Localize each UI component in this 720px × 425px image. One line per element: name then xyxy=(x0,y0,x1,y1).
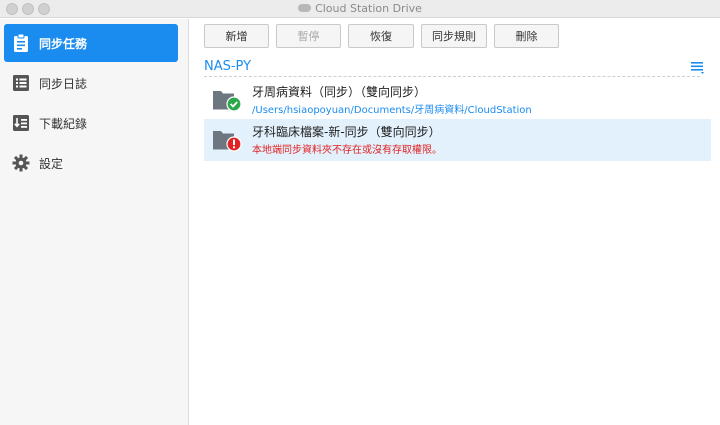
sidebar-item-label: 下載紀錄 xyxy=(39,116,88,131)
task-row[interactable]: 牙周病資料（同步）（雙向同步） /Users/hsiaopoyuan/Docum… xyxy=(204,79,711,121)
window-title: Cloud Station Drive xyxy=(0,2,720,15)
new-button[interactable]: 新增 xyxy=(204,24,269,48)
list-icon xyxy=(11,73,31,93)
sidebar-item-download-log[interactable]: 下載紀錄 xyxy=(4,104,178,142)
folder-error-icon xyxy=(212,127,242,153)
pause-button[interactable]: 暫停 xyxy=(276,24,341,48)
task-name: 牙周病資料（同步）（雙向同步） xyxy=(252,85,427,99)
sidebar-item-label: 設定 xyxy=(39,156,64,171)
gear-icon xyxy=(11,153,31,173)
delete-button[interactable]: 刪除 xyxy=(494,24,559,48)
task-error-message: 本地端同步資料夾不存在或沒有存取權限。 xyxy=(252,145,442,156)
sidebar: 同步任務 同步日誌 下載紀錄 設定 xyxy=(0,19,189,425)
cloud-icon xyxy=(298,4,312,12)
server-name: NAS-PY xyxy=(204,59,252,74)
resume-button[interactable]: 恢復 xyxy=(348,24,414,48)
sidebar-item-sync-tasks[interactable]: 同步任務 xyxy=(4,24,178,62)
folder-ok-icon xyxy=(212,87,242,113)
sidebar-item-settings[interactable]: 設定 xyxy=(4,144,178,182)
sidebar-item-sync-log[interactable]: 同步日誌 xyxy=(4,64,178,102)
task-path: /Users/hsiaopoyuan/Documents/牙周病資料/Cloud… xyxy=(252,105,532,116)
server-divider xyxy=(204,76,700,77)
sync-rules-button[interactable]: 同步規則 xyxy=(421,24,487,48)
sidebar-item-label: 同步日誌 xyxy=(39,76,88,91)
sidebar-item-label: 同步任務 xyxy=(39,36,88,51)
clipboard-icon xyxy=(11,33,31,53)
title-bar: Cloud Station Drive xyxy=(0,0,720,18)
download-log-icon xyxy=(11,113,31,133)
window-title-text: Cloud Station Drive xyxy=(315,2,422,15)
main-panel: 新增 暫停 恢復 同步規則 刪除 NAS-PY 牙周病資料（同步）（雙向同步） … xyxy=(190,19,720,425)
task-name: 牙科臨床檔案-新-同步（雙向同步） xyxy=(252,125,441,139)
list-menu-icon[interactable] xyxy=(690,61,706,75)
task-row[interactable]: 牙科臨床檔案-新-同步（雙向同步） 本地端同步資料夾不存在或沒有存取權限。 xyxy=(204,119,711,161)
